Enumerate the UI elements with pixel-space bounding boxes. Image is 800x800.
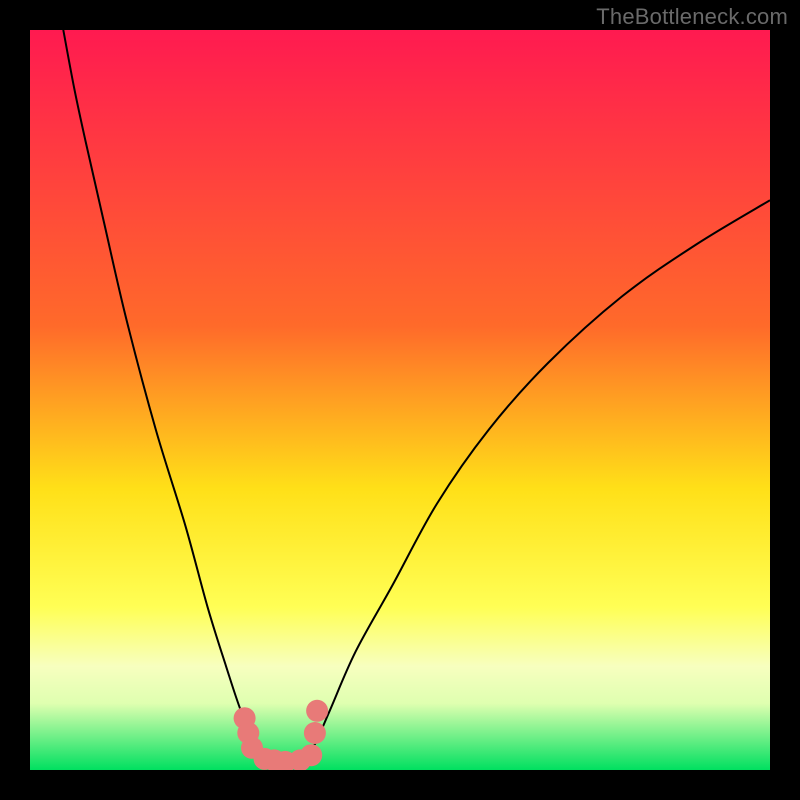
marker-dot [304,722,326,744]
bottleneck-chart [30,30,770,770]
marker-dot [300,744,322,766]
outer-frame: TheBottleneck.com [0,0,800,800]
gradient-background [30,30,770,770]
marker-dot [306,700,328,722]
watermark-text: TheBottleneck.com [596,4,788,30]
